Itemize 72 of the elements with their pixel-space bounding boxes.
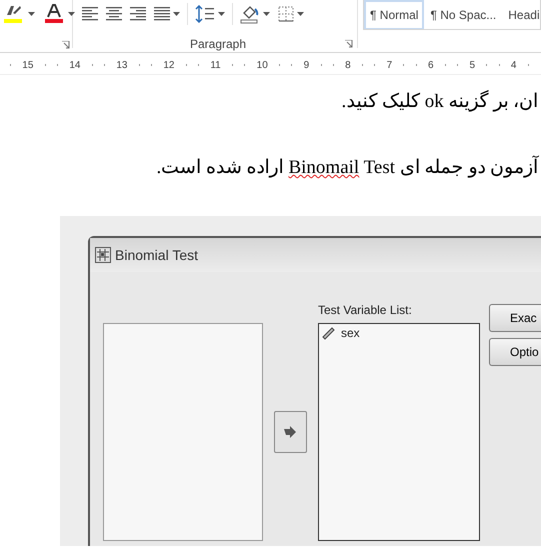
caret-icon — [297, 12, 304, 16]
ruler-tick-icon — [232, 64, 234, 66]
window-title: Binomial Test — [115, 247, 198, 263]
ruler-tick-icon — [528, 64, 529, 66]
ruler-tick-icon — [444, 64, 446, 66]
style-item[interactable]: ¶ Normal — [364, 0, 424, 29]
group-label: Paragraph — [190, 37, 246, 51]
align-left-button[interactable] — [81, 5, 99, 23]
caret-icon — [173, 12, 180, 16]
ruler-tick-icon — [374, 64, 376, 66]
ruler-tick-icon — [279, 64, 280, 66]
style-item[interactable]: ¶ No Spac... — [424, 0, 502, 29]
align-center-icon — [106, 7, 122, 21]
ruler-number: 7 — [386, 60, 392, 70]
ruler-number: 15 — [22, 60, 34, 70]
line-spacing-button[interactable] — [194, 3, 226, 25]
move-button[interactable] — [274, 411, 307, 453]
ruler-tick-icon — [57, 64, 58, 66]
justify-icon — [154, 7, 170, 21]
list-label: Test Variable List: — [318, 302, 413, 319]
dialog-button[interactable]: Optio — [489, 338, 541, 366]
dialog-button[interactable]: Exac — [489, 304, 541, 332]
caret-icon — [263, 12, 270, 16]
align-right-icon — [130, 7, 146, 21]
app-icon — [95, 247, 111, 263]
dialog-launcher-icon[interactable] — [62, 41, 70, 49]
ruler-number: 8 — [345, 60, 351, 70]
justify-button[interactable] — [153, 5, 181, 23]
ruler-tick-icon — [332, 64, 334, 66]
ruler-tick-icon — [104, 64, 106, 66]
ruler-tick-icon — [362, 64, 363, 66]
caret-icon — [68, 12, 75, 16]
variable-item[interactable]: sex — [322, 326, 476, 340]
ruler-number: 4 — [510, 60, 516, 70]
ruler-tick-icon — [291, 64, 292, 66]
ruler-number: 11 — [210, 60, 221, 70]
ruler-tick-icon — [244, 64, 246, 66]
dialog-launcher-icon[interactable] — [345, 40, 353, 48]
borders-icon — [278, 6, 294, 22]
paint-bucket-icon — [240, 4, 260, 24]
ruler-tick-icon — [486, 64, 488, 66]
ruler-number: 6 — [428, 60, 434, 70]
line-spacing-icon — [195, 5, 215, 23]
caret-icon — [218, 12, 225, 16]
ruler-tick-icon — [403, 64, 404, 66]
ruler-tick-icon — [44, 64, 46, 66]
ruler-tick-icon — [320, 64, 322, 66]
ruler-tick-icon — [498, 64, 500, 66]
ruler-number: 14 — [69, 60, 80, 70]
ruler-tick-icon — [151, 64, 152, 66]
arrow-icon — [283, 426, 298, 438]
ruler-tick-icon — [416, 64, 417, 66]
test-variable-list[interactable]: sex — [318, 323, 480, 541]
ruler-tick-icon — [92, 64, 93, 66]
style-item[interactable]: Headi — [502, 0, 540, 29]
caret-icon — [28, 12, 35, 16]
borders-button[interactable] — [277, 4, 305, 24]
ruler-icon — [322, 326, 336, 340]
paragraph-text: ان، بر گزینه ok کلیک کنید. — [340, 89, 539, 113]
ruler-tick-icon — [10, 64, 11, 66]
ruler-number: 9 — [304, 60, 310, 70]
ruler-tick-icon — [457, 64, 458, 66]
ruler-number: 12 — [163, 60, 174, 70]
ruler-tick-icon — [186, 64, 187, 66]
ruler-tick-icon — [138, 64, 140, 66]
align-left-icon — [82, 7, 98, 21]
ruler-tick-icon — [198, 64, 200, 66]
align-center-button[interactable] — [105, 5, 123, 23]
align-right-button[interactable] — [129, 5, 147, 23]
ruler-number: 10 — [256, 60, 268, 70]
ruler-number: 13 — [116, 60, 128, 70]
ruler-number: 5 — [469, 60, 476, 70]
